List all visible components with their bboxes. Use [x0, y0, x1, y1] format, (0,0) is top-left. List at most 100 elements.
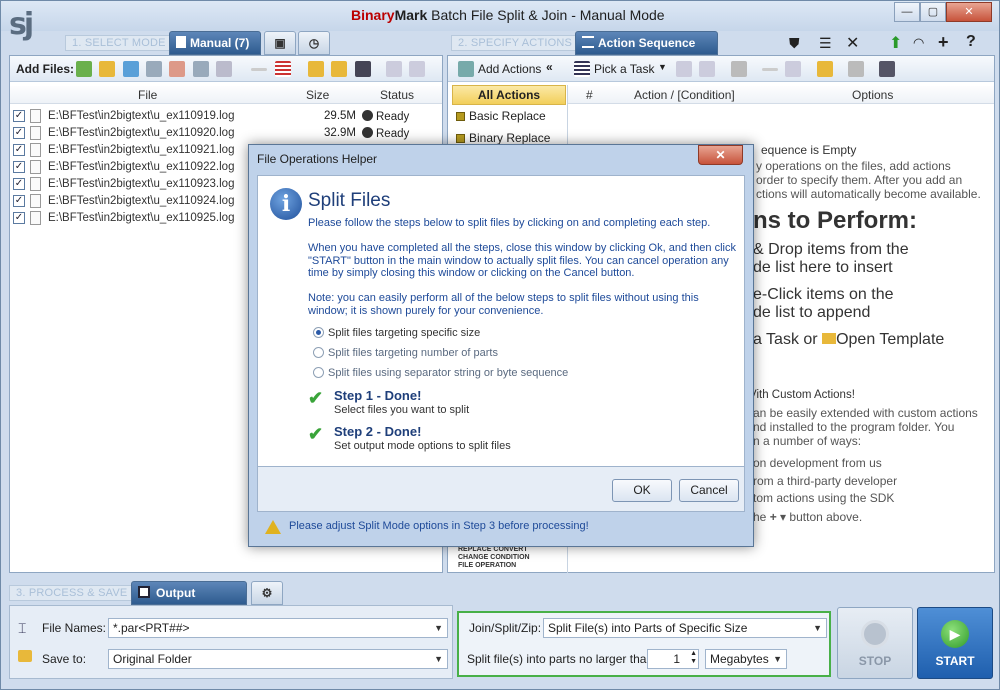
split-size-input[interactable]: 1 ▲ ▼: [647, 649, 699, 669]
add-archive-icon[interactable]: [169, 61, 186, 77]
minimize-button[interactable]: —: [894, 2, 920, 22]
warning-bar: Please adjust Split Mode options in Step…: [257, 514, 745, 540]
dialog-close-button[interactable]: ✕: [698, 145, 743, 165]
tab-manual[interactable]: Manual (7): [169, 31, 261, 55]
app-title: Batch File Split & Join - Manual Mode: [431, 7, 665, 23]
remove-icon[interactable]: [251, 68, 268, 71]
save-to-input[interactable]: Original Folder ▼: [108, 649, 448, 669]
help-icon[interactable]: ?: [966, 33, 976, 51]
row-checkbox[interactable]: ✓: [13, 127, 25, 139]
all-actions-header[interactable]: All Actions: [452, 85, 566, 105]
tab-schedule[interactable]: ◷: [298, 31, 330, 55]
tools-icon[interactable]: ✕: [846, 33, 859, 53]
pick-task-button[interactable]: Pick a Task: [594, 62, 654, 76]
link-icon[interactable]: [848, 61, 865, 77]
row-checkbox[interactable]: ✓: [13, 195, 25, 207]
chevron-down-icon[interactable]: ▼: [773, 650, 782, 668]
dialog-footer: OK Cancel: [257, 467, 745, 512]
legend-condition: CONDITION: [490, 554, 530, 561]
cancel-button[interactable]: Cancel: [679, 479, 739, 502]
add-actions-button[interactable]: Add Actions: [478, 62, 541, 76]
file-status: Ready: [362, 127, 409, 140]
move-down-icon[interactable]: [409, 61, 426, 77]
tab-batch[interactable]: ▣: [264, 31, 296, 55]
action-icon: [456, 112, 465, 121]
file-icon: [30, 126, 41, 140]
plus-icon: +: [769, 510, 777, 524]
plus-icon[interactable]: +: [938, 32, 949, 53]
action-item[interactable]: Basic Replace: [452, 107, 566, 127]
save-template-icon[interactable]: [879, 61, 896, 77]
update-icon[interactable]: ⬆: [889, 33, 902, 53]
maximize-button[interactable]: ▢: [920, 2, 946, 22]
search-add-icon[interactable]: [122, 61, 139, 77]
row-checkbox[interactable]: ✓: [13, 212, 25, 224]
collapse-icon[interactable]: «: [546, 60, 553, 74]
clear-list-icon[interactable]: [274, 61, 291, 77]
legend-change: CHANGE: [458, 554, 489, 561]
stop-button[interactable]: STOP: [837, 607, 913, 679]
settings-icon[interactable]: [730, 61, 747, 77]
ok-button[interactable]: OK: [612, 479, 672, 502]
action-icon: [456, 134, 465, 143]
remove-action-icon[interactable]: [762, 68, 779, 71]
tab-output-settings[interactable]: Output Settings: [131, 581, 247, 622]
clear-actions-icon[interactable]: [785, 61, 802, 77]
up-icon[interactable]: [676, 61, 692, 77]
dialog-title: File Operations Helper: [257, 152, 378, 166]
spinner-icon[interactable]: ▲ ▼: [690, 650, 697, 666]
row-checkbox[interactable]: ✓: [13, 161, 25, 173]
chevron-down-icon[interactable]: ▼: [434, 650, 443, 668]
shield-icon[interactable]: ⛊: [789, 35, 800, 52]
start-label: START: [935, 654, 975, 668]
window-title: BinaryMark Batch File Split & Join - Man…: [351, 7, 665, 23]
warning-icon: [265, 520, 281, 534]
actions-toolbar: Add Actions « Pick a Task ▼: [448, 56, 994, 82]
tab-gear[interactable]: ⚙: [251, 581, 283, 605]
checklist-icon[interactable]: ☰: [819, 35, 832, 52]
close-button[interactable]: ✕: [946, 2, 992, 22]
open-template-link[interactable]: Open Template: [836, 331, 944, 348]
chevron-down-icon[interactable]: ▼: [658, 62, 667, 72]
custom-line: rom a third-party developer: [753, 474, 898, 488]
radio-label: Split files using separator string or by…: [328, 367, 569, 379]
table-row[interactable]: ✓ E:\BFTest\in2bigtext\u_ex110920.log 32.9…: [10, 125, 440, 142]
save-list-icon[interactable]: [354, 61, 371, 77]
move-up-icon[interactable]: [386, 61, 403, 77]
help-dblclick: de list to append: [753, 304, 871, 321]
add-list-icon[interactable]: [146, 61, 163, 77]
main-window: sj BinaryMark Batch File Split & Join - …: [0, 0, 1000, 690]
custom-line: on development from us: [753, 456, 882, 470]
start-button[interactable]: ▶ START: [917, 607, 993, 679]
row-checkbox[interactable]: ✓: [13, 110, 25, 122]
open-folder-icon[interactable]: [308, 61, 325, 77]
add-folder-icon[interactable]: [99, 61, 116, 77]
load-list-icon[interactable]: [331, 61, 348, 77]
chevron-down-icon[interactable]: ▼: [434, 619, 443, 637]
options-icon[interactable]: [216, 61, 233, 77]
unit-select[interactable]: Megabytes ▼: [705, 649, 787, 669]
open-template-icon[interactable]: [816, 61, 833, 77]
row-checkbox[interactable]: ✓: [13, 144, 25, 156]
gear-icon: ⚙: [261, 586, 273, 600]
col-size[interactable]: Size: [306, 88, 329, 102]
file-names-input[interactable]: *.par<PRT##> ▼: [108, 618, 448, 638]
custom-line-end: button above.: [789, 510, 863, 524]
row-checkbox[interactable]: ✓: [13, 178, 25, 190]
radio-split-parts[interactable]: Split files targeting number of parts: [313, 347, 498, 359]
file-size: 32.9M: [324, 127, 356, 139]
action-legend: REPLACE CONVERT CHANGE CONDITION FILE OP…: [452, 546, 566, 572]
signal-icon[interactable]: ◠: [913, 35, 924, 51]
view-icon[interactable]: [192, 61, 209, 77]
add-file-icon[interactable]: [76, 61, 92, 77]
col-file[interactable]: File: [138, 88, 157, 102]
col-status[interactable]: Status: [380, 88, 414, 102]
down-icon[interactable]: [699, 61, 716, 77]
chevron-down-icon[interactable]: ▼: [813, 619, 822, 637]
table-row[interactable]: ✓ E:\BFTest\in2bigtext\u_ex110919.log 29.5…: [10, 108, 440, 125]
radio-split-size[interactable]: Split files targeting specific size: [313, 327, 480, 339]
radio-split-separator[interactable]: Split files using separator string or by…: [313, 367, 568, 379]
file-operations-dialog: File Operations Helper ✕ i Split Files P…: [248, 144, 754, 547]
join-split-select[interactable]: Split File(s) into Parts of Specific Siz…: [543, 618, 827, 638]
tab-action-sequence[interactable]: Action Sequence (0): [575, 31, 718, 72]
